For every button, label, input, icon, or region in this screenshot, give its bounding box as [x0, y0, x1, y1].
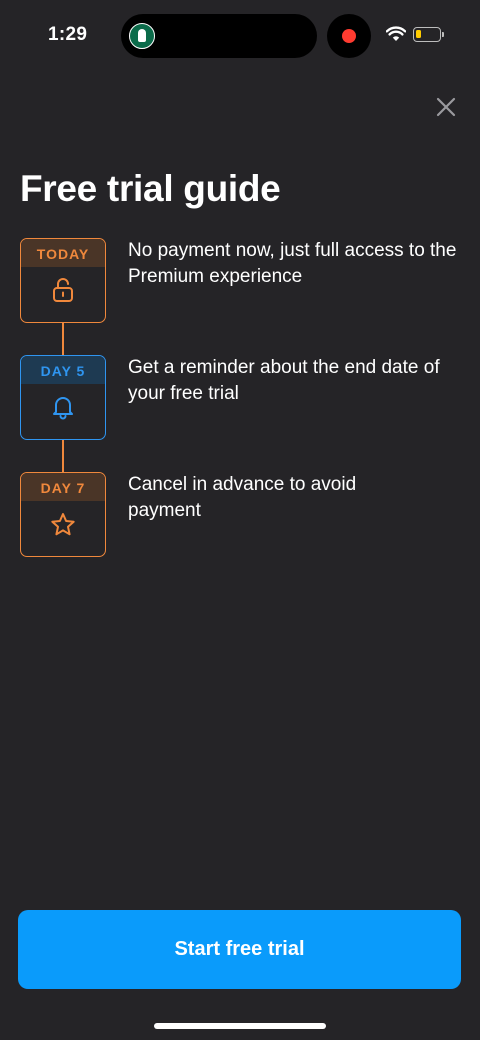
recording-dot-icon	[342, 29, 356, 43]
screen-recording-indicator[interactable]	[327, 14, 371, 58]
starbucks-app-icon	[129, 23, 155, 49]
step-badge: DAY 5	[21, 356, 105, 384]
bell-icon	[53, 397, 73, 420]
step-description: Cancel in advance to avoid payment	[128, 474, 357, 521]
timeline-connector	[62, 323, 64, 355]
page-title: Free trial guide	[20, 168, 281, 209]
battery-icon	[413, 27, 441, 42]
step-description: Get a reminder about the end date of you…	[128, 357, 440, 404]
close-x-icon[interactable]	[430, 91, 462, 123]
home-indicator[interactable]	[154, 1023, 326, 1029]
start-free-trial-button[interactable]: Start free trial	[18, 910, 461, 989]
battery-level	[416, 30, 421, 38]
timeline-step-today: TODAY	[20, 238, 106, 323]
timeline-step-day5: DAY 5	[20, 355, 106, 440]
step-badge: DAY 7	[21, 473, 105, 501]
step-badge: TODAY	[21, 239, 105, 267]
star-icon	[51, 513, 75, 536]
dynamic-island[interactable]	[121, 14, 317, 58]
status-bar: 1:29	[0, 0, 480, 72]
unlock-icon	[53, 278, 73, 302]
wifi-icon	[386, 26, 406, 41]
timeline-connector	[62, 440, 64, 472]
timeline-step-day7: DAY 7	[20, 472, 106, 557]
battery-cap	[442, 32, 444, 37]
step-description: No payment now, just full access to the …	[128, 240, 457, 287]
status-time: 1:29	[48, 24, 88, 45]
